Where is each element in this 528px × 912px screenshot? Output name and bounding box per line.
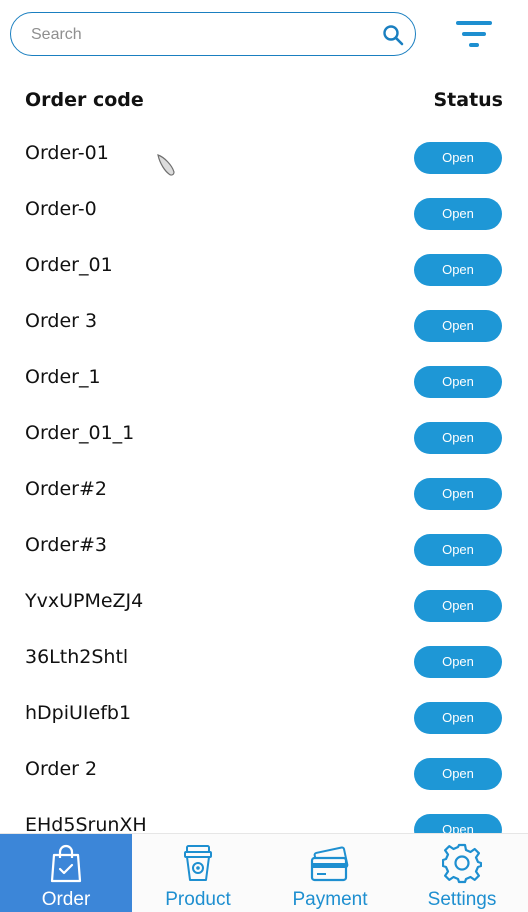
status-header: Status <box>433 89 503 111</box>
status-open-button[interactable]: Open <box>414 478 502 510</box>
status-open-button[interactable]: Open <box>414 702 502 734</box>
coffee-cup-icon <box>184 845 212 881</box>
order-code: 36Lth2Shtl <box>25 646 129 668</box>
nav-label-order: Order <box>41 889 91 910</box>
order-code: hDpiUIefb1 <box>25 702 132 724</box>
nav-label-product: Product <box>165 889 231 910</box>
nav-label-settings: Settings <box>427 889 497 910</box>
status-open-button[interactable]: Open <box>414 422 502 454</box>
gear-icon <box>442 843 482 884</box>
status-open-button[interactable]: Open <box>414 758 502 790</box>
nav-item-payment[interactable]: Payment <box>264 834 396 912</box>
order-row[interactable]: Order-0 Open <box>0 186 528 242</box>
status-open-button[interactable]: Open <box>414 142 502 174</box>
status-open-button[interactable]: Open <box>414 254 502 286</box>
mouse-pointer-icon <box>157 154 175 176</box>
order-row[interactable]: Order 2 Open <box>0 746 528 802</box>
status-open-button[interactable]: Open <box>414 590 502 622</box>
order-row[interactable]: Order 3 Open <box>0 298 528 354</box>
order-row[interactable]: Order_1 Open <box>0 354 528 410</box>
status-open-button[interactable]: Open <box>414 646 502 678</box>
order-code-header: Order code <box>25 89 144 111</box>
order-code: YvxUPMeZJ4 <box>25 590 144 612</box>
nav-item-order[interactable]: Order <box>0 834 132 912</box>
search-bar[interactable] <box>10 12 416 56</box>
order-code: Order-01 <box>25 142 109 164</box>
order-code: Order_01 <box>25 254 113 276</box>
nav-label-payment: Payment <box>292 889 368 910</box>
order-row[interactable]: 36Lth2Shtl Open <box>0 634 528 690</box>
status-open-button[interactable]: Open <box>414 198 502 230</box>
order-code: Order#3 <box>25 534 108 556</box>
order-code: Order#2 <box>25 478 108 500</box>
status-open-button[interactable]: Open <box>414 366 502 398</box>
order-code: Order_01_1 <box>25 422 135 444</box>
search-icon[interactable] <box>381 23 405 47</box>
order-row[interactable]: Order_01 Open <box>0 242 528 298</box>
order-row[interactable]: Order#2 Open <box>0 466 528 522</box>
filter-icon[interactable] <box>452 16 496 52</box>
nav-item-product[interactable]: Product <box>132 834 264 912</box>
order-code: Order 3 <box>25 310 98 332</box>
status-open-button[interactable]: Open <box>414 310 502 342</box>
order-row[interactable]: YvxUPMeZJ4 Open <box>0 578 528 634</box>
order-code: Order-0 <box>25 198 97 220</box>
order-row[interactable]: Order_01_1 Open <box>0 410 528 466</box>
order-row[interactable]: hDpiUIefb1 Open <box>0 690 528 746</box>
status-open-button[interactable]: Open <box>414 534 502 566</box>
order-list: Order-01 Open Order-0 Open Order_01 Open Order… <box>0 130 528 858</box>
order-code: Order_1 <box>25 366 101 388</box>
credit-card-icon <box>310 846 349 882</box>
bottom-nav: Order Product Payment Settings <box>0 833 528 912</box>
order-list-screen: Order code Status Order-01 Open Order-0 Ope… <box>0 0 528 912</box>
order-code: Order 2 <box>25 758 98 780</box>
order-row[interactable]: Order#3 Open <box>0 522 528 578</box>
search-input[interactable] <box>31 24 371 46</box>
shopping-bag-icon <box>50 844 82 883</box>
order-row[interactable]: Order-01 Open <box>0 130 528 186</box>
nav-item-settings[interactable]: Settings <box>396 834 528 912</box>
